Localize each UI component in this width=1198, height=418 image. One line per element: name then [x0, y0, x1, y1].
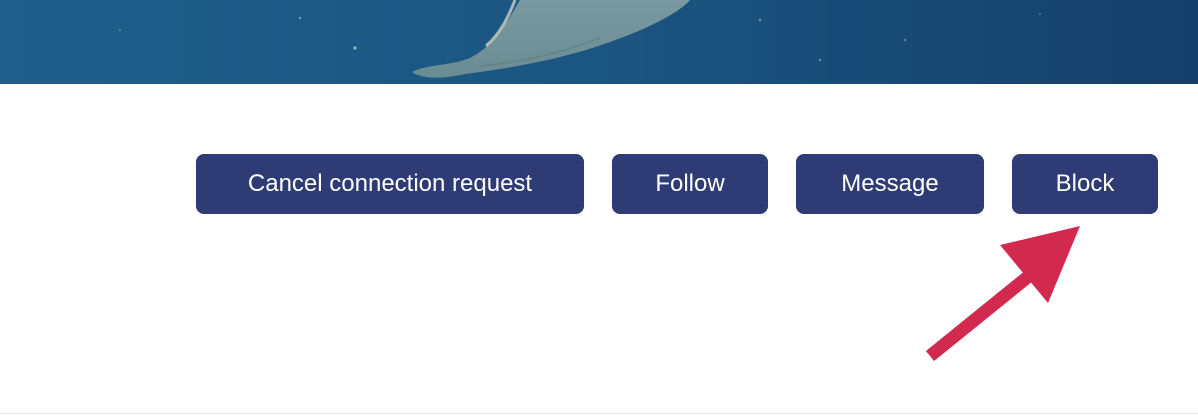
cancel-connection-request-button[interactable]: Cancel connection request [196, 154, 584, 214]
arrow-pointing-up-right-icon [925, 226, 1080, 362]
manta-ray-image [0, 0, 1198, 84]
cover-photo [0, 0, 1198, 84]
divider [0, 413, 1198, 414]
message-button[interactable]: Message [796, 154, 984, 214]
follow-button[interactable]: Follow [612, 154, 768, 214]
profile-page: Cancel connection request Follow Message… [0, 0, 1198, 418]
profile-actions: Cancel connection request Follow Message… [0, 154, 1198, 214]
block-button[interactable]: Block [1012, 154, 1158, 214]
